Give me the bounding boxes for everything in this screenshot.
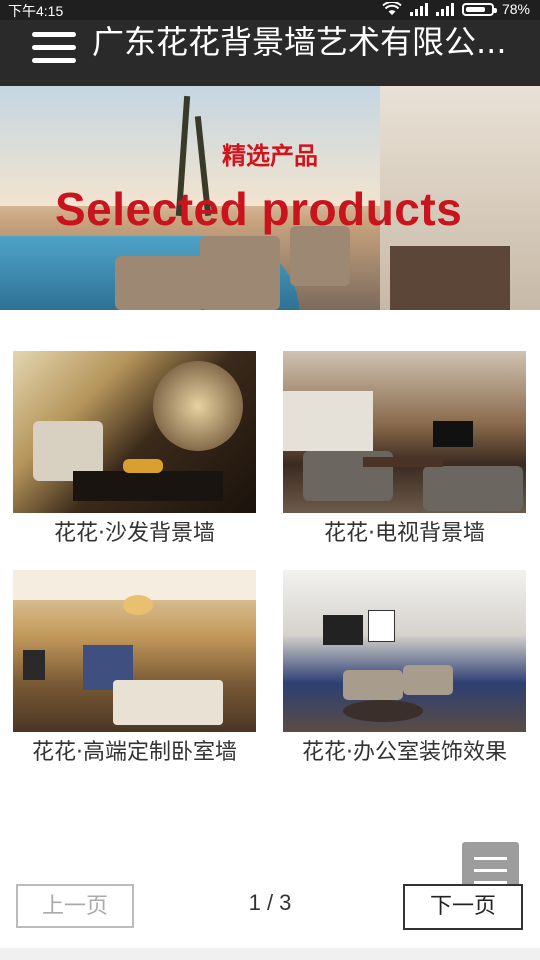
product-image[interactable] <box>13 351 256 513</box>
battery-percent: 78% <box>501 1 530 17</box>
prev-page-button[interactable]: 上一页 <box>16 884 134 928</box>
footer-divider <box>0 948 540 960</box>
product-card[interactable]: 花花·沙发背景墙 <box>13 351 256 553</box>
page-indicator: 1 / 3 <box>248 890 292 915</box>
product-name[interactable]: 花花·沙发背景墙 <box>13 515 256 553</box>
product-image[interactable] <box>283 570 526 732</box>
wifi-icon <box>382 2 402 15</box>
banner-subtitle: 精选产品 <box>222 142 318 170</box>
signal-icon <box>409 2 428 16</box>
banner: 精选产品 Selected products <box>0 86 540 310</box>
status-icons: 78% <box>382 1 530 17</box>
product-name[interactable]: 花花·电视背景墙 <box>283 515 526 553</box>
next-page-button[interactable]: 下一页 <box>403 884 523 930</box>
product-image[interactable] <box>13 570 256 732</box>
banner-fireplace <box>390 246 510 310</box>
hamburger-menu-icon[interactable] <box>32 30 76 66</box>
status-bar: 下午4:15 78% <box>0 0 540 20</box>
product-card[interactable]: 花花·电视背景墙 <box>283 351 526 553</box>
battery-icon <box>461 2 497 16</box>
lounge-chair <box>115 256 205 310</box>
signal-icon <box>435 2 454 16</box>
product-card[interactable]: 花花·办公室装饰效果 <box>283 570 526 772</box>
app-header: 广东花花背景墙艺术有限公... <box>0 20 540 86</box>
product-image[interactable] <box>283 351 526 513</box>
lounge-chair <box>200 236 280 310</box>
page-title: 广东花花背景墙艺术有限公... <box>92 23 507 61</box>
banner-headline: Selected products <box>55 183 463 235</box>
product-name[interactable]: 花花·高端定制卧室墙 <box>13 734 256 772</box>
status-time: 下午4:15 <box>8 3 64 19</box>
product-card[interactable]: 花花·高端定制卧室墙 <box>13 570 256 772</box>
product-name[interactable]: 花花·办公室装饰效果 <box>283 734 526 772</box>
